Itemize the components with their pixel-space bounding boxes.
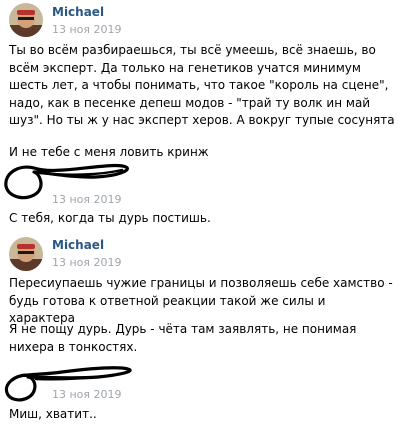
message-group: Michael 13 ноя 2019 Пересиупаешь чужие г… [0,233,400,363]
message-text: Пересиупаешь чужие границы и позволяешь … [9,276,393,325]
message-timestamp[interactable]: 13 ноя 2019 [52,388,122,401]
message-text: Миш, хватит.. [9,407,97,421]
message-timestamp[interactable]: 13 ноя 2019 [52,193,122,206]
author-name[interactable]: Michael [52,5,104,19]
message-group: Michael 13 ноя 2019 Ты во всём разбираеш… [0,0,400,168]
message-text: Я не пощу дурь. Дурь - чёта там заявлять… [9,322,357,354]
message-text: С тебя, когда ты дурь постишь. [9,211,211,225]
message-group: 13 ноя 2019 С тебя, когда ты дурь постиш… [0,160,400,230]
avatar[interactable] [9,3,43,37]
message-group: 13 ноя 2019 Миш, хватит.. [0,365,400,434]
message-timestamp[interactable]: 13 ноя 2019 [52,256,122,269]
avatar[interactable] [9,237,43,271]
user-avatar-icon [9,237,43,271]
author-name[interactable]: Michael [52,238,104,252]
user-avatar-icon [9,3,43,37]
message-text: Ты во всём разбираешься, ты всё умеешь, … [9,43,395,127]
message-text: И не тебе с меня ловить кринж [9,145,209,159]
chat-history: Michael 13 ноя 2019 Ты во всём разбираеш… [0,0,400,434]
message-timestamp[interactable]: 13 ноя 2019 [52,23,122,36]
